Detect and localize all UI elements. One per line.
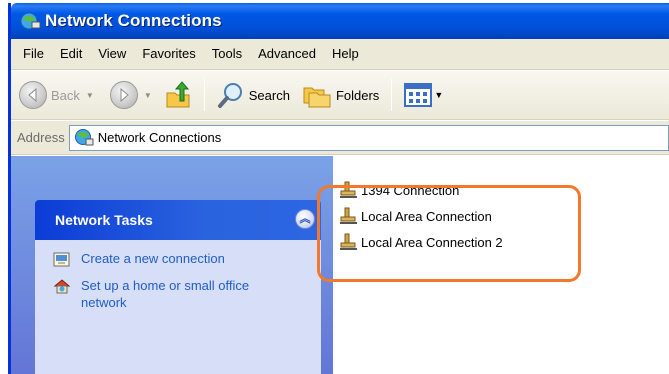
menu-file[interactable]: File: [15, 44, 52, 64]
up-folder-button[interactable]: [160, 76, 196, 114]
views-dropdown-icon[interactable]: ▼: [434, 90, 443, 100]
connection-name: Local Area Connection: [361, 208, 492, 224]
task-pane: Network Tasks ︽ Create a new connection: [11, 156, 333, 374]
menu-tools[interactable]: Tools: [204, 44, 250, 64]
home-network-icon: [53, 278, 71, 296]
search-icon: [217, 81, 245, 109]
menu-favorites[interactable]: Favorites: [134, 44, 203, 64]
folders-icon: [302, 81, 332, 109]
collapse-chevron-icon[interactable]: ︽: [295, 209, 315, 229]
menu-bar: File Edit View Favorites Tools Advanced …: [11, 39, 669, 70]
task-label[interactable]: Create a new connection: [81, 250, 225, 267]
menu-help[interactable]: Help: [324, 44, 367, 64]
menu-edit[interactable]: Edit: [52, 44, 90, 64]
network-tasks-title: Network Tasks: [55, 212, 153, 228]
connection-name: Local Area Connection 2: [361, 234, 503, 250]
network-connection-icon: [339, 207, 359, 225]
back-label: Back: [51, 87, 80, 103]
network-connection-icon: [339, 233, 359, 251]
task-label[interactable]: Set up a home or small office network: [81, 277, 271, 311]
address-value: Network Connections: [97, 130, 222, 145]
folders-button[interactable]: Folders: [298, 76, 383, 114]
address-label: Address: [17, 130, 65, 145]
forward-dropdown-icon[interactable]: ▼: [144, 91, 152, 100]
search-button[interactable]: Search: [213, 76, 294, 114]
connection-item[interactable]: Local Area Connection 2: [339, 231, 503, 253]
back-button[interactable]: Back ▼: [15, 76, 98, 114]
new-connection-icon: [53, 251, 71, 269]
back-arrow-icon: [19, 81, 47, 109]
folders-label: Folders: [335, 87, 380, 103]
views-button[interactable]: ▼: [400, 76, 447, 114]
connections-list: 1394 Connection Local Area Connection Lo…: [333, 156, 669, 374]
search-label: Search: [248, 87, 290, 103]
connection-item[interactable]: 1394 Connection: [339, 179, 459, 201]
toolbar-separator: [391, 79, 393, 111]
network-tasks-header[interactable]: Network Tasks ︽: [35, 200, 321, 240]
connection-name: 1394 Connection: [361, 182, 460, 198]
task-create-new-connection[interactable]: Create a new connection: [35, 250, 321, 269]
toolbar-separator: [203, 79, 205, 111]
menu-view[interactable]: View: [90, 44, 134, 64]
window-title: Network Connections: [45, 11, 222, 30]
task-home-office-network[interactable]: Set up a home or small office network: [35, 277, 321, 311]
network-connections-window: Network Connections File Edit View Favor…: [8, 3, 669, 374]
toolbar: Back ▼ ▼ Search Folders ▼: [11, 71, 669, 120]
up-folder-icon: [164, 81, 192, 109]
network-tasks-panel: Network Tasks ︽ Create a new connection: [35, 200, 321, 374]
back-dropdown-icon[interactable]: ▼: [86, 91, 94, 100]
connection-item[interactable]: Local Area Connection: [339, 205, 492, 227]
views-icon: [404, 82, 433, 108]
forward-button[interactable]: ▼: [106, 76, 156, 114]
network-connections-icon: [74, 128, 94, 148]
network-tasks-body: Create a new connection Set up a home or…: [35, 240, 321, 374]
address-field[interactable]: Network Connections: [68, 124, 669, 151]
network-connections-icon: [19, 11, 41, 31]
network-connection-icon: [339, 181, 359, 199]
menu-advanced[interactable]: Advanced: [250, 44, 324, 64]
title-bar[interactable]: Network Connections: [11, 3, 669, 39]
address-bar: Address Network Connections: [11, 121, 669, 155]
forward-arrow-icon: [109, 81, 138, 109]
